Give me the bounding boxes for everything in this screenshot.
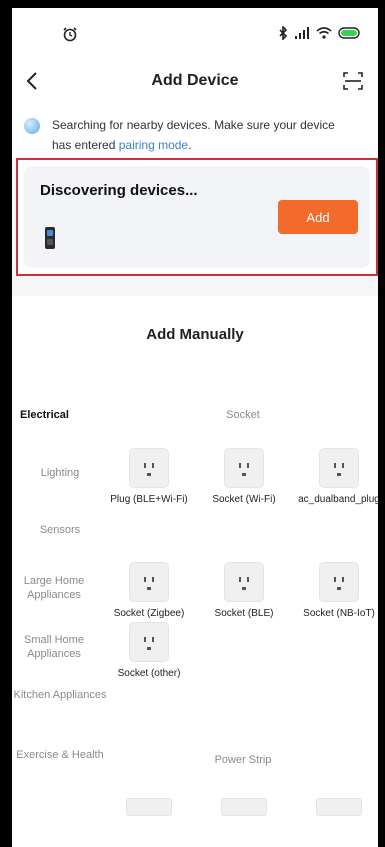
section-label-power-strip: Power Strip [214,754,272,766]
navigation-bar: Add Device [12,56,378,106]
power-strip-icon[interactable] [316,798,362,816]
discovering-devices-card: Discovering devices... Add [16,158,378,276]
status-bar [12,8,378,56]
discovered-device-icon [45,227,55,249]
socket-icon [319,448,359,488]
pairing-mode-link[interactable]: pairing mode [119,138,188,152]
category-electrical[interactable]: Electrical [20,408,116,422]
category-sensors[interactable]: Sensors [12,523,108,537]
battery-icon [338,27,360,39]
device-label: Plug (BLE+Wi-Fi) [110,494,188,505]
searching-icon [24,118,40,134]
add-manually-section: Add Manually Electrical Lighting Sensors… [12,296,378,847]
device-label: Socket (BLE) [214,608,274,619]
socket-icon [129,622,169,662]
power-strip-icon[interactable] [126,798,172,816]
device-label: Socket (Wi-Fi) [212,494,276,505]
category-large-home-appliances[interactable]: Large Home Appliances [12,574,102,602]
device-label: Socket (Zigbee) [113,608,185,619]
device-plug-ble-wifi[interactable]: Plug (BLE+Wi-Fi) [104,448,194,506]
socket-icon [129,448,169,488]
device-label: Socket (NB-IoT) [303,608,375,619]
hint-text-main: Searching for nearby devices. Make sure … [52,118,335,152]
category-lighting[interactable]: Lighting [12,466,108,480]
add-button[interactable]: Add [278,200,358,234]
device-socket-wifi[interactable]: Socket (Wi-Fi) [199,448,289,506]
section-label-socket: Socket [226,409,260,421]
device-socket-ble[interactable]: Socket (BLE) [199,562,289,620]
device-ac-dualband-plug[interactable]: ac_dualband_plug [294,448,378,506]
socket-icon [129,562,169,602]
alarm-icon [63,27,77,42]
power-strip-icon[interactable] [221,798,267,816]
discovering-devices-panel: Discovering devices... Add [24,166,370,268]
device-socket-other[interactable]: Socket (other) [104,622,194,680]
signal-icon [295,27,309,39]
category-small-home-appliances[interactable]: Small Home Appliances [12,633,102,661]
add-manually-title: Add Manually [146,326,244,343]
device-socket-nb-iot[interactable]: Socket (NB-IoT) [294,562,378,620]
device-label: ac_dualband_plug [298,494,378,505]
page-title: Add Device [151,72,239,89]
socket-icon [224,448,264,488]
scan-icon[interactable] [342,70,364,92]
wifi-icon [316,27,332,39]
bluetooth-icon [279,26,288,40]
search-hint: Searching for nearby devices. Make sure … [12,106,378,158]
section-divider [12,276,378,296]
socket-icon [224,562,264,602]
discovering-title: Discovering devices... [40,182,198,199]
hint-text: Searching for nearby devices. Make sure … [52,115,352,155]
device-socket-zigbee[interactable]: Socket (Zigbee) [104,562,194,620]
category-exercise-health[interactable]: Exercise & Health [12,748,108,762]
socket-icon [319,562,359,602]
app-frame: Add Device Searching for nearby devices.… [12,8,378,847]
hint-text-end: . [188,138,192,152]
category-kitchen-appliances[interactable]: Kitchen Appliances [12,688,108,702]
status-icons [278,26,362,40]
device-label: Socket (other) [117,668,181,679]
